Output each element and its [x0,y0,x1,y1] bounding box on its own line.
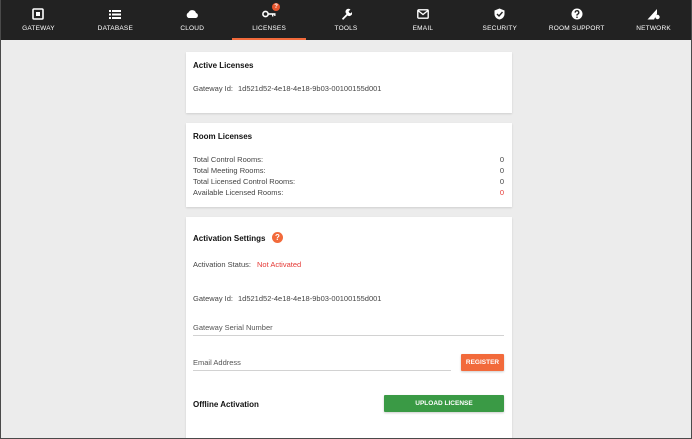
gateway-id-value: 1d521d52-4e18-4e18-9b03-00100155d001 [238,294,382,303]
nav-item-tools[interactable]: TOOLS [308,0,385,40]
room-licenses-title: Room Licenses [193,132,253,141]
available-licensed-rooms-label: Available Licensed Rooms: [193,188,284,197]
nav-item-security[interactable]: SECURITY [461,0,538,40]
total-meeting-rooms-value: 0 [499,166,504,175]
room-licenses-card: Room Licenses Total Control Rooms: 0 Tot… [186,123,512,207]
available-licensed-rooms-value: 0 [499,188,504,197]
nav-label: SECURITY [482,25,518,32]
nav-item-email[interactable]: EMAIL [384,0,461,40]
gateway-icon [0,0,77,22]
offline-activation-label: Offline Activation [193,400,259,409]
top-nav: GATEWAY DATABASE CLOUD ? LICENSES TOOLS … [0,0,692,40]
active-licenses-card: Active Licenses Gateway Id: 1d521d52-4e1… [186,52,512,113]
total-control-rooms-value: 0 [499,155,504,164]
nav-item-network[interactable]: NETWORK [615,0,692,40]
activation-status-label: Activation Status: [193,260,251,269]
nav-label: EMAIL [412,25,434,32]
activation-settings-card: Activation Settings ? Activation Status:… [186,217,512,439]
total-meeting-rooms-label: Total Meeting Rooms: [193,166,266,175]
envelope-icon [384,0,461,22]
key-icon [231,0,308,22]
nav-item-room-support[interactable]: ROOM SUPPORT [538,0,615,40]
signal-icon [615,0,692,22]
upload-license-button[interactable]: UPLOAD LICENSE [384,395,504,412]
email-address-field[interactable]: Email Address [193,358,451,371]
gateway-id-label: Gateway Id: [193,84,234,93]
help-icon[interactable]: ? [272,232,283,243]
nav-item-database[interactable]: DATABASE [77,0,154,40]
gateway-id-label: Gateway Id: [193,294,234,303]
help-icon [538,0,615,22]
shield-icon [461,0,538,22]
nav-label: DATABASE [97,25,133,32]
activation-settings-title: Activation Settings [193,234,266,243]
list-icon [77,0,154,22]
nav-label: NETWORK [636,25,671,32]
nav-item-gateway[interactable]: GATEWAY [0,0,77,40]
wrench-icon [308,0,385,22]
total-control-rooms-label: Total Control Rooms: [193,155,264,164]
activation-status-value: Not Activated [257,260,302,269]
register-button[interactable]: REGISTER [461,354,504,371]
nav-label: TOOLS [334,25,358,32]
total-licensed-control-rooms-value: 0 [499,177,504,186]
nav-item-cloud[interactable]: CLOUD [154,0,231,40]
active-licenses-title: Active Licenses [193,61,254,70]
nav-item-licenses[interactable]: ? LICENSES [231,0,308,40]
nav-label: LICENSES [252,25,286,32]
nav-label: ROOM SUPPORT [548,25,605,32]
total-licensed-control-rooms-label: Total Licensed Control Rooms: [193,177,296,186]
cloud-icon [154,0,231,22]
nav-label: GATEWAY [22,25,55,32]
gateway-serial-number-field[interactable]: Gateway Serial Number [193,323,504,336]
gateway-id-value: 1d521d52-4e18-4e18-9b03-00100155d001 [238,84,382,93]
nav-label: CLOUD [180,25,205,32]
